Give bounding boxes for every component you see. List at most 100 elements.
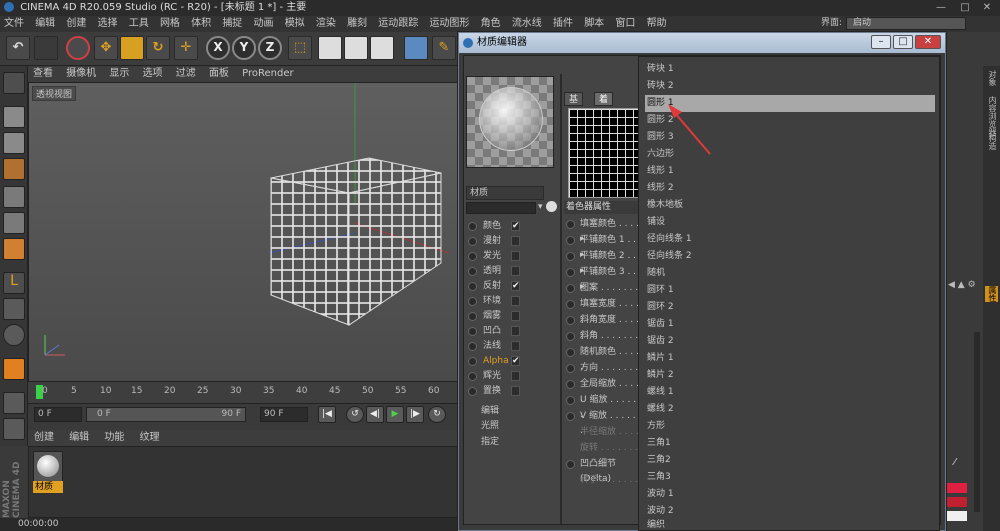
prop-bevel[interactable]: 斜角 . . . . . . . .	[564, 329, 644, 344]
end-frame-field[interactable]: 90 F	[260, 407, 308, 422]
z-axis-button[interactable]: Z	[258, 36, 282, 60]
move-tool-icon[interactable]: ✥	[94, 36, 118, 60]
color-swatch-red[interactable]	[945, 483, 967, 493]
sub-editor[interactable]: 编辑	[481, 403, 499, 416]
texture-mode-icon[interactable]	[3, 132, 25, 154]
pattern-option[interactable]: 波动 2	[645, 503, 935, 520]
pattern-option[interactable]: 径向线条 1	[645, 231, 935, 248]
pen-tool-icon[interactable]: ✎	[432, 36, 456, 60]
pattern-option[interactable]: 线形 1	[645, 163, 935, 180]
prop-bump-delta[interactable]: 凹凸细节(Delta)	[564, 457, 644, 484]
lock-icon[interactable]	[3, 392, 25, 414]
next-key-icon[interactable]: ↻	[428, 406, 446, 423]
prop-u-scale[interactable]: U 缩放 . . . . . . .	[564, 393, 644, 420]
workplane-mode-icon[interactable]	[3, 158, 25, 180]
menu-snap[interactable]: 捕捉	[218, 16, 246, 32]
rotate-tool-icon[interactable]: ↻	[146, 36, 170, 60]
dialog-minimize-button[interactable]: –	[871, 35, 891, 49]
pattern-option[interactable]: 线形 2	[645, 180, 935, 197]
menu-pipeline[interactable]: 流水线	[508, 16, 546, 32]
mat-menu-edit[interactable]: 编辑	[63, 430, 95, 446]
redo-button[interactable]	[34, 36, 58, 60]
prop-orientation[interactable]: 方向 . . . . . . . .	[564, 361, 644, 376]
menu-file[interactable]: 文件	[0, 16, 28, 32]
pattern-option[interactable]: 螺线 1	[645, 384, 935, 401]
channel-bump[interactable]: 凹凸	[466, 324, 558, 339]
polygons-mode-icon[interactable]	[3, 238, 25, 260]
menu-volume[interactable]: 体积	[187, 16, 215, 32]
pattern-option[interactable]: 方形	[645, 418, 935, 435]
channel-luminance[interactable]: 发光	[466, 249, 558, 264]
cube-object-icon[interactable]	[404, 36, 428, 60]
viewport-menu-options[interactable]: 选项	[138, 66, 168, 82]
minimize-button[interactable]: —	[930, 1, 952, 14]
transform-tool-icon[interactable]: ✛	[174, 36, 198, 60]
axis-mode-icon[interactable]: L	[3, 272, 25, 294]
channel-checkbox[interactable]	[511, 236, 520, 246]
viewport-menu-panel[interactable]: 面板	[204, 66, 234, 82]
dialog-close-button[interactable]: ✕	[915, 35, 941, 49]
x-axis-button[interactable]: X	[206, 36, 230, 60]
render-settings-icon[interactable]	[370, 36, 394, 60]
menu-create[interactable]: 创建	[62, 16, 90, 32]
tab-shader[interactable]: 着色器	[594, 92, 614, 133]
current-frame-field[interactable]: 0 F	[34, 407, 82, 422]
points-mode-icon[interactable]	[3, 186, 25, 208]
snap-icon[interactable]	[3, 324, 25, 346]
menu-sculpt[interactable]: 雕刻	[343, 16, 371, 32]
sub-assign[interactable]: 指定	[481, 434, 499, 447]
pattern-option[interactable]: 锯齿 1	[645, 316, 935, 333]
viewport-menu-filter[interactable]: 过滤	[171, 66, 201, 82]
prop-tile-color-2[interactable]: 平铺颜色 2 . . . ▸	[564, 249, 644, 276]
tab-structure[interactable]: 构造	[985, 134, 998, 150]
go-to-start-button[interactable]: |◀	[318, 406, 336, 423]
menu-select[interactable]: 选择	[94, 16, 122, 32]
tweak-mode-icon[interactable]	[3, 298, 25, 320]
play-button[interactable]: ▶	[386, 406, 404, 423]
close-button[interactable]: ✕	[976, 1, 998, 14]
pattern-option[interactable]: 圆形 2	[645, 112, 935, 129]
menu-script[interactable]: 脚本	[580, 16, 608, 32]
render-picture-viewer-icon[interactable]	[344, 36, 368, 60]
tab-objects[interactable]: 对象	[985, 70, 998, 86]
channel-checkbox[interactable]	[511, 371, 520, 381]
scale-tool-icon[interactable]	[120, 36, 144, 60]
mat-menu-function[interactable]: 功能	[98, 430, 130, 446]
channel-diffusion[interactable]: 漫射	[466, 234, 558, 249]
prop-grout-width[interactable]: 填塞宽度 . . . . .	[564, 297, 644, 324]
material-link-field[interactable]	[466, 202, 536, 214]
channel-reflectance[interactable]: 反射 ✔	[466, 279, 558, 294]
channel-environment[interactable]: 环境	[466, 294, 558, 309]
prop-random-color[interactable]: 随机颜色 . . . . .	[564, 345, 644, 372]
channel-glow[interactable]: 辉光	[466, 369, 558, 384]
viewport-menu-display[interactable]: 显示	[104, 66, 134, 82]
channel-fog[interactable]: 烟雾	[466, 309, 558, 324]
pattern-option[interactable]: 波动 1	[645, 486, 935, 503]
model-mode-icon[interactable]	[3, 106, 25, 128]
pick-icon[interactable]	[546, 201, 557, 212]
channel-checkbox[interactable]	[511, 341, 520, 351]
pattern-option[interactable]: 铺设	[645, 214, 935, 231]
pattern-option[interactable]: 砖块 2	[645, 78, 935, 95]
channel-checkbox[interactable]: ✔	[511, 221, 520, 231]
channel-checkbox[interactable]: ✔	[511, 356, 520, 366]
material-preview[interactable]	[466, 76, 554, 168]
pattern-option[interactable]: 圆形 3	[645, 129, 935, 146]
prop-tile-color-3[interactable]: 平铺颜色 3 . . . ▸	[564, 265, 644, 292]
channel-normal[interactable]: 法线	[466, 339, 558, 354]
menu-mograph[interactable]: 运动图形	[425, 16, 473, 32]
menu-render[interactable]: 渲染	[312, 16, 340, 32]
pattern-option[interactable]: 砖块 1	[645, 61, 935, 78]
step-forward-button[interactable]: |▶	[406, 406, 424, 423]
pattern-option[interactable]: 六边形	[645, 146, 935, 163]
menu-help[interactable]: 帮助	[643, 16, 671, 32]
channel-color[interactable]: 颜色 ✔	[466, 219, 558, 234]
menu-tools[interactable]: 工具	[125, 16, 153, 32]
channel-checkbox[interactable]	[511, 266, 520, 276]
perspective-viewport[interactable]: 透视视图	[28, 82, 460, 382]
material-name-field[interactable]: 材质	[466, 186, 544, 200]
y-axis-button[interactable]: Y	[232, 36, 256, 60]
dialog-maximize-button[interactable]: □	[893, 35, 913, 49]
timeline-ruler[interactable]: 0 5 10 15 20 25 30 35 40 45 50 55 60	[28, 382, 460, 404]
color-swatch-white[interactable]	[945, 511, 967, 521]
